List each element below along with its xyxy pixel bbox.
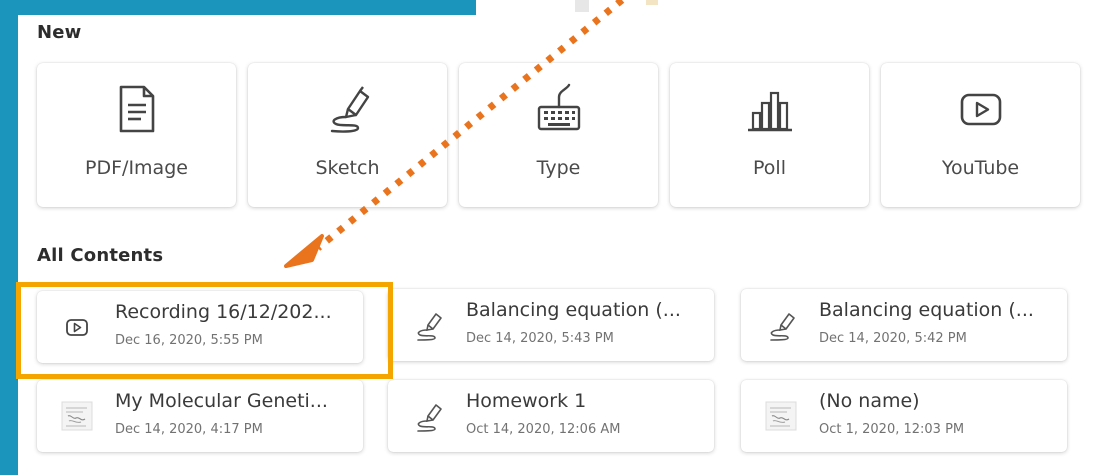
annotation-arrow-icon [284,0,625,268]
